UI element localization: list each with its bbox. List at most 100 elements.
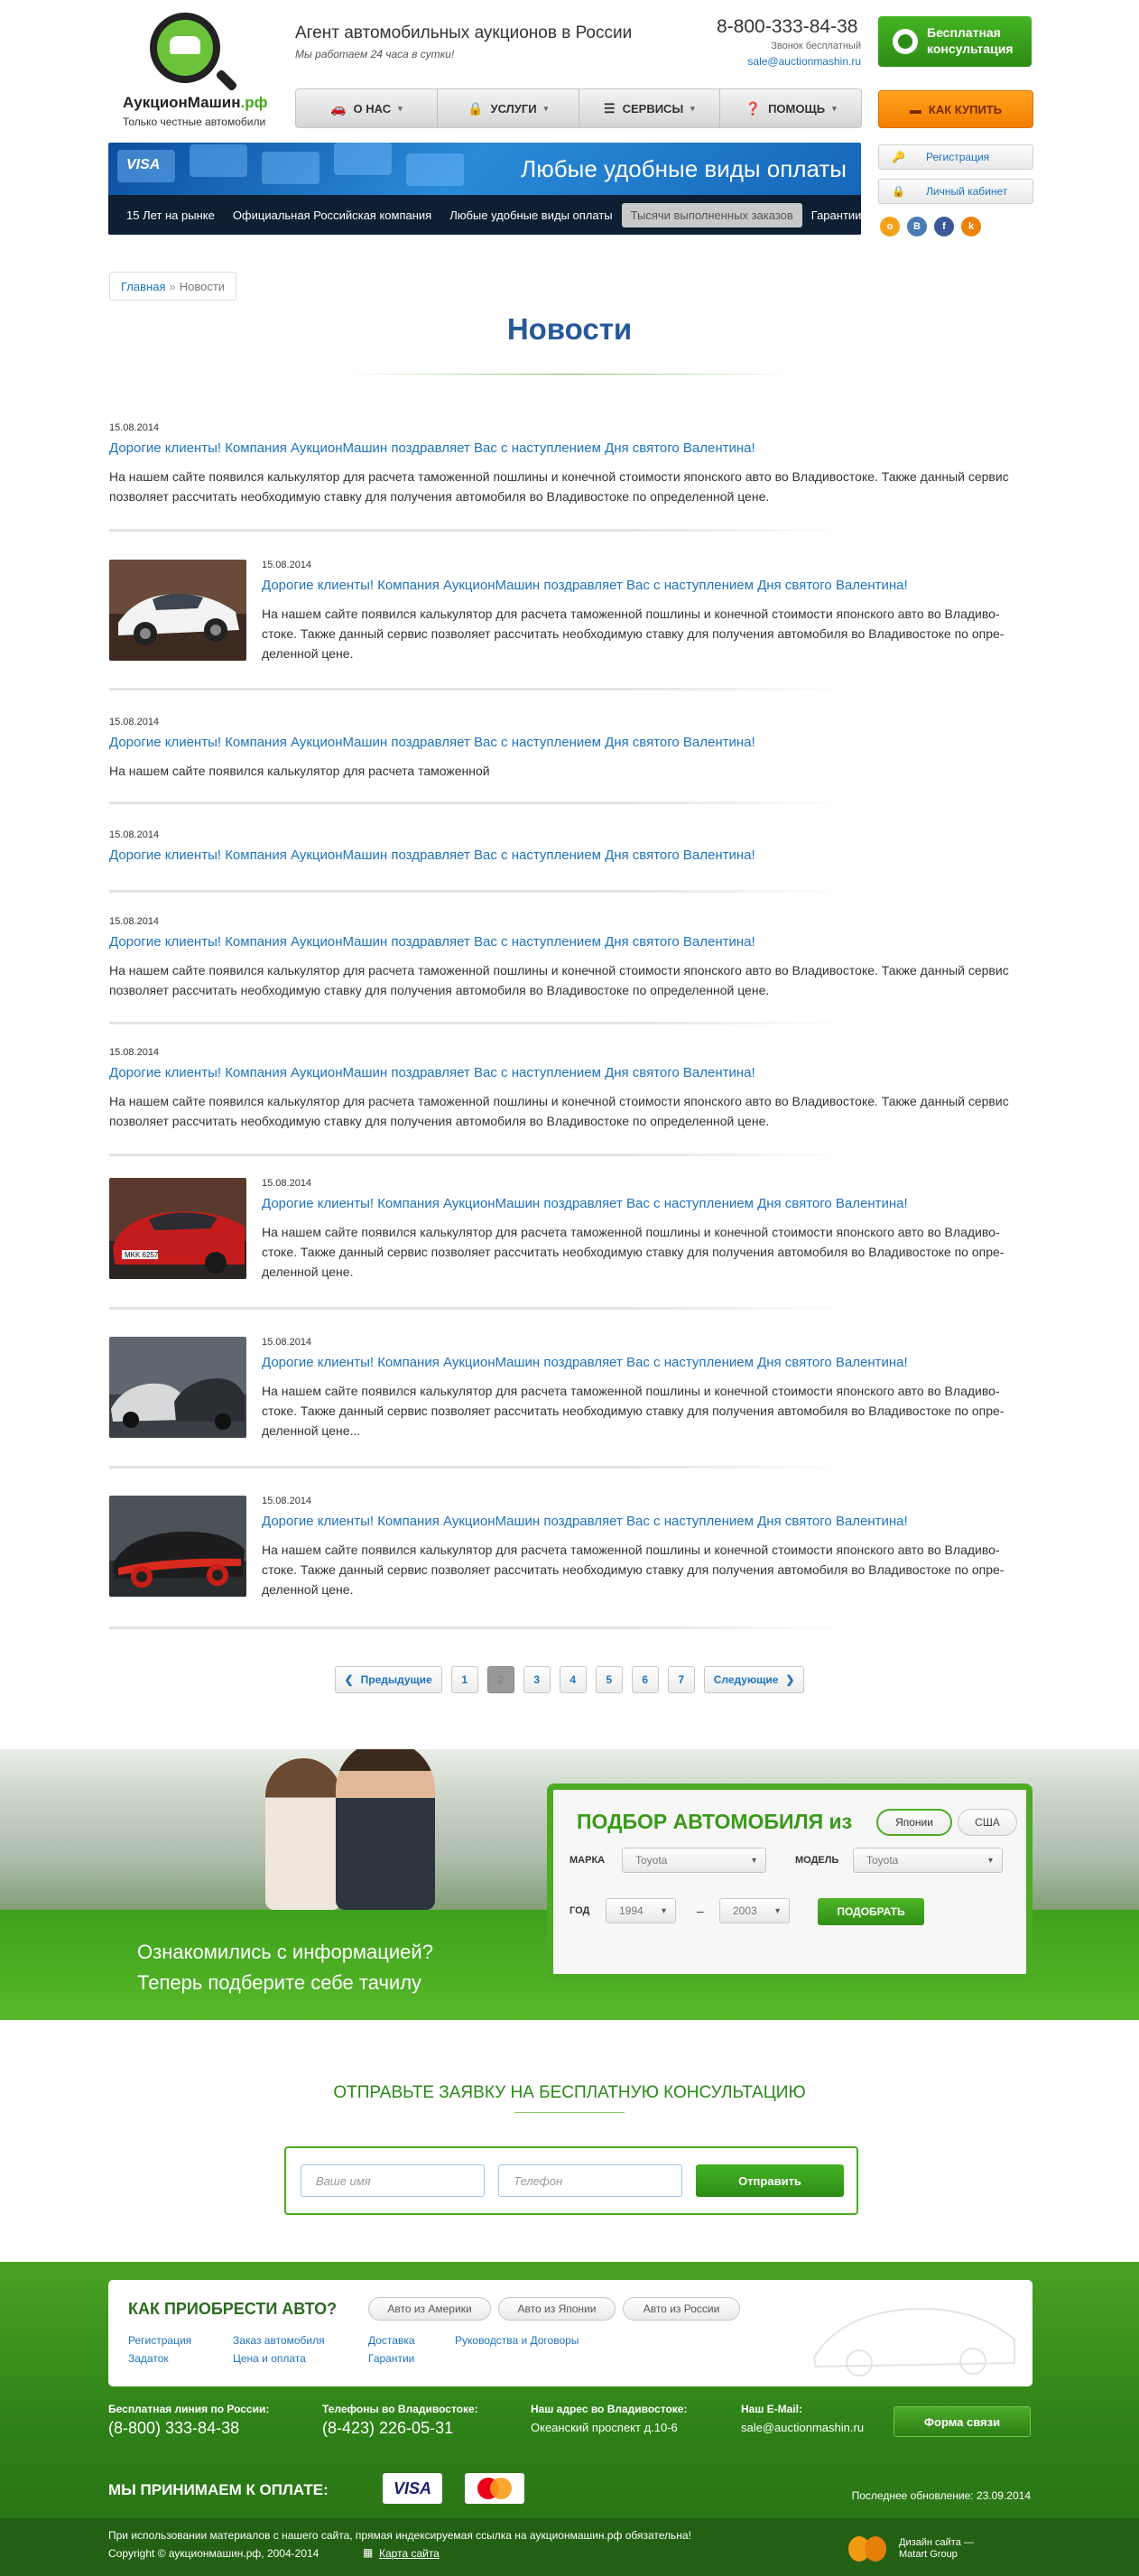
news-item: 15.08.2014 Дорогие клиенты! Компания Аук…: [109, 560, 1031, 661]
operator-icon: [893, 29, 918, 54]
lock-icon: 🔒: [892, 185, 905, 198]
main-nav: 🚗 О НАС ▾ 🔒 УСЛУГИ ▾ ☰ СЕРВИСЫ ▾ ❓ ПОМОЩЬ ▾: [295, 88, 862, 128]
send-button[interactable]: Отправить: [696, 2164, 844, 2197]
footer-link-order[interactable]: Заказ автомобиля: [233, 2334, 325, 2347]
news-item: MKK 6257 15.08.2014 Дорогие клиенты! Ком…: [109, 1178, 1031, 1279]
news-date: 15.08.2014: [262, 1337, 312, 1348]
car-sketch-image: [812, 2307, 1015, 2377]
news-item: 15.08.2014 Дорогие клиенты! Компания Аук…: [109, 1337, 1031, 1438]
news-divider: [109, 1154, 849, 1156]
news-divider: [109, 802, 849, 804]
year-from-select[interactable]: 1994: [606, 1898, 676, 1923]
nav-item-tools[interactable]: ☰ СЕРВИСЫ ▾: [579, 89, 721, 127]
page-button[interactable]: 3: [523, 1666, 551, 1693]
payment-banner[interactable]: VISA Любые удобные виды оплаты 15 Лет на…: [108, 143, 861, 235]
footer-link-deposit[interactable]: Задаток: [128, 2352, 169, 2365]
news-title-link[interactable]: Дорогие клиенты! Компания АукционМашин п…: [262, 578, 1031, 593]
breadcrumb-current: Новости: [179, 279, 226, 293]
tab-usa-cars[interactable]: Авто из Америки: [368, 2297, 491, 2321]
license-plate: MKK 6257: [125, 1251, 159, 1259]
model-select[interactable]: Toyota: [853, 1848, 1003, 1873]
page-button[interactable]: 4: [559, 1666, 587, 1693]
news-date: 15.08.2014: [262, 1496, 312, 1506]
designer-credit[interactable]: Дизайн сайта — Matart Group: [848, 2536, 974, 2562]
register-button[interactable]: 🔑 Регистрация: [878, 144, 1033, 170]
news-title-link[interactable]: Дорогие клиенты! Компания АукционМашин п…: [109, 934, 1031, 950]
news-title-link[interactable]: Дорогие клиенты! Компания АукционМашин п…: [109, 1065, 1031, 1080]
nav-item-about[interactable]: 🚗 О НАС ▾: [296, 89, 438, 127]
banner-tab[interactable]: Любые удобные виды оплаты: [440, 208, 621, 222]
consult-title: ОТПРАВЬТЕ ЗАЯВКУ НА БЕСПЛАТНУЮ КОНСУЛЬТА…: [333, 2083, 806, 2102]
country-usa-button[interactable]: США: [958, 1809, 1017, 1836]
address: Океанский проспект д.10-6: [531, 2421, 678, 2434]
news-date: 15.08.2014: [109, 1047, 160, 1058]
footer-link-delivery[interactable]: Доставка: [368, 2334, 415, 2347]
footer-link-guarantees[interactable]: Гарантии: [368, 2352, 414, 2365]
how-to-buy-box: КАК ПРИОБРЕСТИ АВТО? Авто из Америки Авт…: [108, 2280, 1033, 2386]
news-image-red-car[interactable]: MKK 6257: [109, 1178, 246, 1279]
news-title-link[interactable]: Дорогие клиенты! Компания АукционМашин п…: [262, 1355, 1031, 1370]
odnoklassniki-icon[interactable]: o: [880, 217, 900, 236]
next-page-button[interactable]: Следующие ❯: [703, 1666, 805, 1693]
page-button[interactable]: 6: [631, 1666, 659, 1693]
nav-item-help[interactable]: ❓ ПОМОЩЬ ▾: [720, 89, 861, 127]
footer-link-price[interactable]: Цена и оплата: [233, 2352, 306, 2365]
copyright-notice: При использовании материалов с нашего са…: [108, 2529, 691, 2542]
news-date: 15.08.2014: [262, 560, 312, 570]
selection-panel: ПОДБОР АВТОМОБИЛЯ из Японии США МАРКА To…: [547, 1784, 1033, 1980]
year-to-select[interactable]: 2003: [719, 1898, 790, 1923]
vladivostok-phone[interactable]: (8-423) 226-05-31: [322, 2419, 478, 2438]
news-title-link[interactable]: Дорогие клиенты! Компания АукционМашин п…: [262, 1514, 1031, 1529]
banner-tab-active[interactable]: Тысячи выполненных заказов: [621, 202, 802, 227]
news-title-link[interactable]: Дорогие клиенты! Компания АукционМашин п…: [262, 1196, 1031, 1211]
account-button[interactable]: 🔒 Личный кабинет: [878, 179, 1033, 204]
news-title-link[interactable]: Дорогие клиенты! Компания АукционМашин п…: [109, 735, 1031, 750]
news-date: 15.08.2014: [109, 916, 160, 927]
phone-input[interactable]: Телефон: [498, 2164, 682, 2197]
chevron-down-icon: ▾: [690, 103, 695, 113]
how-to-buy-button[interactable]: ▬ КАК КУПИТЬ: [878, 90, 1033, 128]
page-button-current[interactable]: 2: [486, 1666, 514, 1693]
footer-link-register[interactable]: Регистрация: [128, 2334, 191, 2347]
header-email[interactable]: sale@auctionmashin.ru: [747, 55, 861, 68]
site-header: АукционМашин.рф Только честные автомобил…: [0, 0, 1139, 248]
sitemap-link[interactable]: Карта сайта: [379, 2547, 440, 2560]
ok-icon[interactable]: k: [961, 217, 981, 236]
logo-tagline: Только честные автомобили: [123, 116, 266, 128]
news-image-black-car[interactable]: [109, 1496, 246, 1597]
news-item: 15.08.2014 Дорогие клиенты! Компания Аук…: [109, 1496, 1031, 1597]
nav-item-services[interactable]: 🔒 УСЛУГИ ▾: [438, 89, 579, 127]
news-image-white-car[interactable]: [109, 560, 246, 661]
free-consult-button[interactable]: Бесплатная консультация: [878, 16, 1032, 67]
contact-form-button[interactable]: Форма связи: [894, 2406, 1031, 2437]
news-title-link[interactable]: Дорогие клиенты! Компания АукционМашин п…: [109, 440, 1031, 456]
make-select[interactable]: Toyota: [622, 1848, 766, 1873]
social-links: o B f k: [880, 217, 981, 236]
name-input[interactable]: Ваше имя: [301, 2164, 485, 2197]
page-button[interactable]: 7: [667, 1666, 695, 1693]
banner-tab[interactable]: Гарантии: [802, 208, 861, 222]
footer-email[interactable]: sale@auctionmashin.ru: [741, 2421, 864, 2434]
country-japan-button[interactable]: Японии: [876, 1809, 952, 1836]
page-button[interactable]: 1: [450, 1666, 478, 1693]
banner-tab[interactable]: Официальная Российская компания: [224, 208, 440, 222]
breadcrumb-home-link[interactable]: Главная: [121, 280, 165, 293]
logo-name[interactable]: АукционМашин.рф: [123, 94, 268, 112]
prev-page-button[interactable]: ❮ Предыдущие: [334, 1666, 442, 1693]
hotline-phone[interactable]: (8-800) 333-84-38: [108, 2419, 269, 2438]
tab-japan-cars[interactable]: Авто из Японии: [498, 2297, 616, 2321]
site-logo[interactable]: [144, 13, 253, 94]
consult-section: ОТПРАВЬТЕ ЗАЯВКУ НА БЕСПЛАТНУЮ КОНСУЛЬТА…: [0, 2020, 1139, 2262]
footer-link-contracts[interactable]: Руководства и Договоры: [455, 2334, 579, 2347]
page-title: Новости: [506, 312, 633, 346]
news-image-silver-car[interactable]: [109, 1337, 246, 1438]
header-phone[interactable]: 8-800-333-84-38: [717, 16, 857, 38]
facebook-icon[interactable]: f: [934, 217, 954, 236]
news-title-link[interactable]: Дорогие клиенты! Компания АукционМашин п…: [109, 848, 1031, 863]
pick-car-button[interactable]: ПОДОБРАТЬ: [818, 1898, 924, 1925]
tab-russia-cars[interactable]: Авто из России: [623, 2297, 740, 2321]
phone-note: Звонок бесплатный: [771, 41, 861, 51]
vkontakte-icon[interactable]: B: [907, 217, 927, 236]
page-button[interactable]: 5: [595, 1666, 623, 1693]
banner-tab[interactable]: 15 Лет на рынке: [117, 208, 224, 222]
